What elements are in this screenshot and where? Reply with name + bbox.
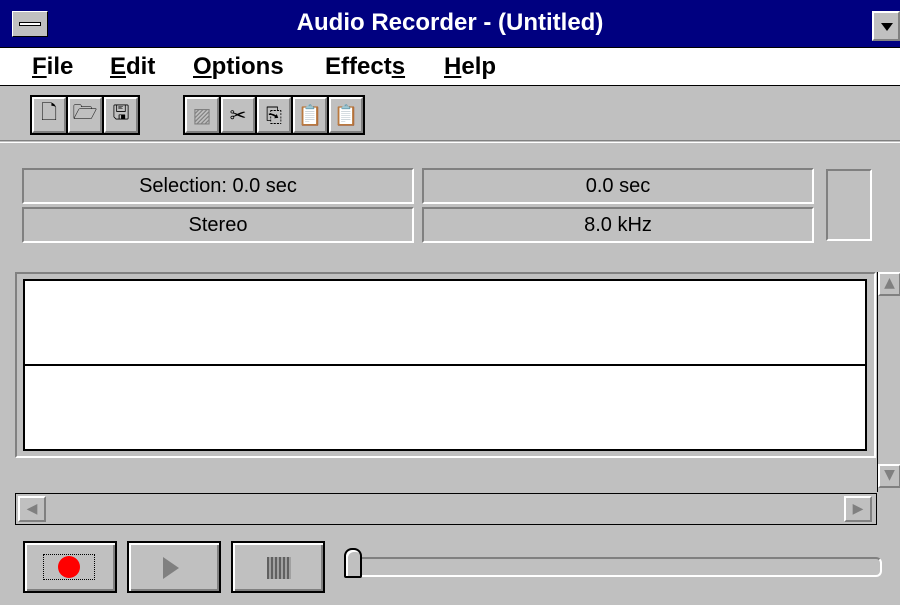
stop-icon	[267, 557, 291, 579]
record-button[interactable]	[23, 541, 117, 593]
system-menu-icon[interactable]	[12, 11, 48, 37]
scroll-up-icon[interactable]: ▲	[878, 272, 900, 296]
save-icon[interactable]: 🖫	[104, 97, 138, 133]
sample-rate-readout: 8.0 kHz	[422, 207, 814, 243]
delete-icon[interactable]: ▨	[185, 97, 219, 133]
paste-icon[interactable]: 📋	[293, 97, 327, 133]
waveform-display[interactable]	[23, 279, 867, 451]
paste-mix-icon[interactable]: 📋	[329, 97, 363, 133]
position-slider-track[interactable]	[346, 557, 882, 577]
file-button-group: 🗋 🗁 🖫	[30, 95, 140, 135]
stop-button[interactable]	[231, 541, 325, 593]
copy-icon[interactable]: ⎘	[257, 97, 291, 133]
play-button[interactable]	[127, 541, 221, 593]
open-icon[interactable]: 🗁	[68, 97, 102, 133]
menu-edit[interactable]: Edit	[110, 48, 155, 86]
status-area	[0, 142, 900, 266]
channel-divider	[25, 364, 865, 366]
minimize-icon[interactable]	[872, 11, 900, 41]
channels-readout: Stereo	[22, 207, 414, 243]
record-focus-outline	[43, 554, 95, 580]
position-readout: 0.0 sec	[422, 168, 814, 204]
toolbar: 🗋 🗁 🖫 ▨ ✂ ⎘ 📋 📋	[0, 87, 900, 141]
window-title: Audio Recorder - (Untitled)	[296, 9, 604, 36]
play-icon	[163, 557, 179, 579]
selection-readout: Selection: 0.0 sec	[22, 168, 414, 204]
horizontal-scrollbar[interactable]: ◀ ▶	[15, 493, 877, 525]
new-icon[interactable]: 🗋	[32, 97, 66, 133]
edit-button-group: ▨ ✂ ⎘ 📋 📋	[183, 95, 365, 135]
record-icon	[58, 556, 80, 578]
menu-file[interactable]: File	[32, 48, 73, 86]
menu-help[interactable]: Help	[444, 48, 496, 86]
scroll-right-icon[interactable]: ▶	[844, 496, 872, 522]
scroll-down-icon[interactable]: ▼	[878, 464, 900, 488]
menu-effects[interactable]: Effects	[325, 48, 405, 86]
position-slider-thumb[interactable]	[344, 548, 362, 578]
menu-options[interactable]: Options	[193, 48, 284, 86]
level-meter	[826, 169, 872, 241]
cut-icon[interactable]: ✂	[221, 97, 255, 133]
vertical-scrollbar[interactable]: ▲ ▼	[877, 272, 900, 492]
scroll-left-icon[interactable]: ◀	[18, 496, 46, 522]
menu-bar: File Edit Options Effects Help	[0, 48, 900, 86]
